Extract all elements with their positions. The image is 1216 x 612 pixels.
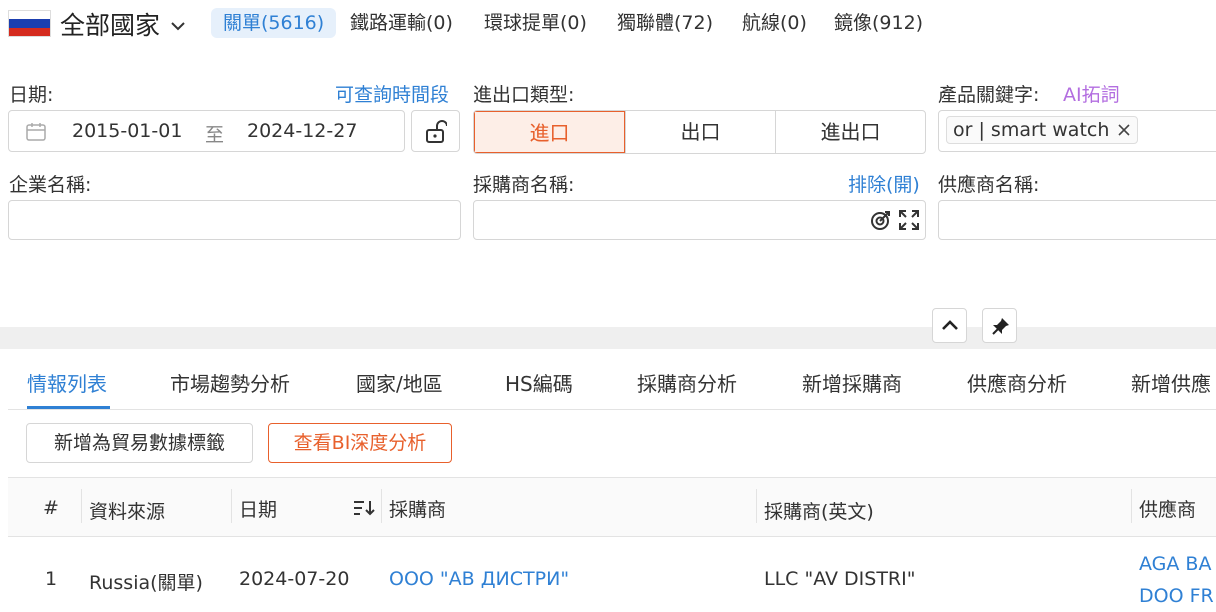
col-date[interactable]: 日期 [239, 495, 277, 522]
date-to-value: 2024-12-27 [247, 120, 358, 142]
date-range-input[interactable]: 2015-01-01 至 2024-12-27 [8, 110, 405, 152]
buyer-exclude-toggle[interactable]: 排除(開) [848, 170, 920, 197]
company-label: 企業名稱: [9, 174, 92, 196]
date-range-link[interactable]: 可查詢時間段 [335, 80, 449, 107]
subtab-new-buyers[interactable]: 新增採購商 [802, 368, 902, 397]
subtab-new-suppliers[interactable]: 新增供應 [1131, 368, 1211, 397]
col-separator [756, 489, 757, 523]
russia-flag-icon [8, 10, 51, 37]
col-separator [231, 489, 232, 523]
col-source: 資料來源 [89, 501, 166, 523]
row-supplier-link-line1[interactable]: AGA BA [1139, 553, 1211, 575]
row-index: 1 [45, 568, 58, 590]
add-trade-tag-button[interactable]: 新增為貿易數據標籤 [26, 423, 253, 463]
row-date: 2024-07-20 [239, 568, 350, 590]
ai-target-icon[interactable] [870, 209, 892, 231]
supplier-input[interactable] [938, 200, 1216, 240]
chevron-up-icon [942, 320, 958, 330]
tab-cis[interactable]: 獨聯體(72) [617, 8, 713, 38]
subtab-market-trend[interactable]: 市場趨勢分析 [170, 368, 290, 397]
subtab-divider [8, 409, 1216, 410]
subtab-supplier-analysis[interactable]: 供應商分析 [967, 368, 1067, 397]
unlock-button[interactable] [411, 110, 460, 152]
unlock-icon [426, 120, 447, 143]
date-label: 日期: [9, 84, 54, 106]
col-separator [381, 489, 382, 523]
col-index: # [43, 497, 59, 519]
subtab-buyer-analysis[interactable]: 採購商分析 [637, 368, 737, 397]
io-option-both[interactable]: 進出口 [775, 111, 925, 153]
section-divider [0, 327, 1216, 349]
bi-analysis-button[interactable]: 查看BI深度分析 [268, 423, 452, 463]
tab-customs[interactable]: 關單(5616) [211, 8, 337, 38]
chevron-down-icon [171, 21, 185, 30]
col-separator [81, 489, 82, 523]
row-source: Russia(關單) [89, 572, 203, 594]
buyer-input[interactable] [473, 200, 926, 240]
tab-rail[interactable]: 鐵路運輸(0) [350, 8, 453, 38]
io-option-import[interactable]: 進口 [474, 111, 625, 153]
calendar-icon [26, 123, 46, 141]
io-type-selector[interactable]: 進口 出口 進出口 [473, 110, 926, 154]
buyer-label: 採購商名稱: [473, 174, 575, 196]
table-row: 1 Russia(關單) 2024-07-20 ООО "АВ ДИСТРИ" … [8, 537, 1216, 612]
country-label: 全部國家 [60, 11, 161, 40]
expand-icon[interactable] [898, 209, 920, 231]
col-separator [1131, 489, 1132, 523]
io-type-label: 進出口類型: [473, 84, 575, 106]
sort-icon[interactable] [352, 499, 376, 517]
supplier-label: 供應商名稱: [938, 174, 1040, 196]
country-selector[interactable]: 全部國家 [60, 6, 186, 42]
tab-mirror[interactable]: 鏡像(912) [834, 8, 923, 38]
col-buyer: 採購商 [389, 499, 447, 521]
date-from-value: 2015-01-01 [72, 120, 183, 142]
ai-expand-link[interactable]: AI拓詞 [1063, 80, 1120, 107]
subtab-country[interactable]: 國家/地區 [356, 368, 443, 397]
keyword-chip: or | smart watch [946, 116, 1139, 144]
tab-global-bl[interactable]: 環球提單(0) [484, 8, 587, 38]
keyword-input[interactable]: or | smart watch [938, 110, 1216, 152]
table-header [8, 478, 1216, 536]
subtab-intel-list[interactable]: 情報列表 [27, 368, 107, 397]
row-buyer-en: LLC "AV DISTRI" [764, 568, 916, 590]
col-buyer-en: 採購商(英文) [764, 501, 874, 523]
collapse-button[interactable] [932, 308, 967, 343]
subtab-hs-code[interactable]: HS編碼 [505, 368, 573, 397]
keyword-label: 產品關鍵字: [938, 84, 1040, 106]
close-icon[interactable] [1117, 123, 1131, 137]
date-to-word: 至 [205, 124, 225, 146]
row-supplier-link-line2[interactable]: DOO FR [1139, 585, 1214, 607]
keyword-chip-label: or | smart watch [953, 119, 1110, 141]
pin-icon [992, 318, 1009, 335]
col-supplier: 供應商 [1139, 499, 1197, 521]
pin-button[interactable] [982, 308, 1017, 343]
company-input[interactable] [8, 200, 461, 240]
tab-route[interactable]: 航線(0) [742, 8, 807, 38]
row-buyer-link[interactable]: ООО "АВ ДИСТРИ" [389, 568, 569, 590]
io-option-export[interactable]: 出口 [625, 111, 775, 153]
